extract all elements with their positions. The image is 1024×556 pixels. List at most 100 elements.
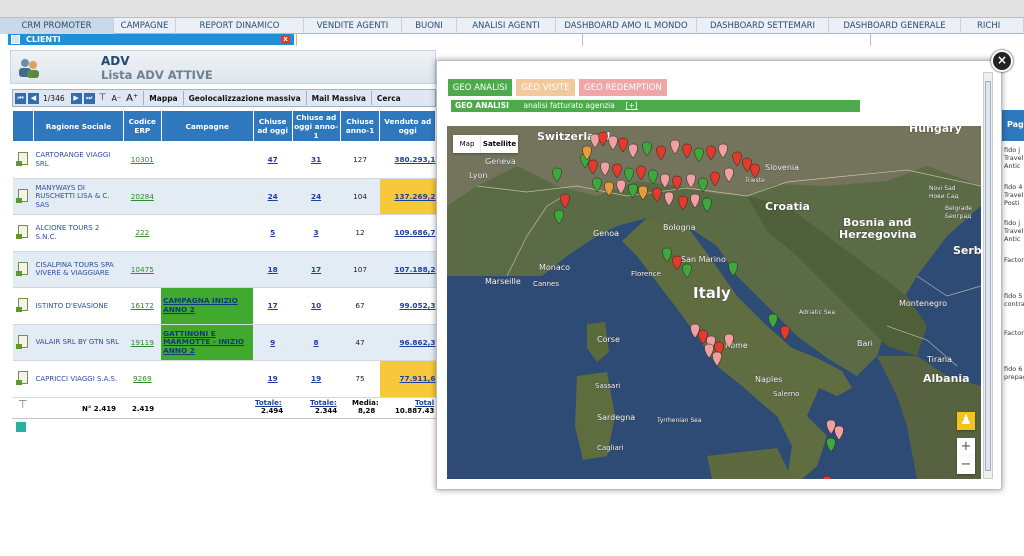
expand-link[interactable]: [+] [625, 101, 637, 110]
table-row[interactable]: ALCIONE TOURS 2 S.N.C. 222 5 3 12 109.686,7 [12, 214, 436, 252]
last-page-icon[interactable]: ⏭ [83, 92, 95, 104]
map-type-map-button[interactable]: Map [453, 135, 481, 153]
document-icon[interactable] [15, 225, 28, 240]
nav-tab-overflow[interactable]: RICHI [961, 18, 1024, 34]
venduto-link[interactable]: 96.862,3 [379, 324, 436, 361]
chiuse-anno-prec-link[interactable]: 24 [292, 178, 341, 215]
chiuse-ad-oggi-link[interactable]: 24 [253, 178, 293, 215]
table-row[interactable]: VALAIR SRL BY GTN SRL 19119 GATTINONI E MA… [12, 324, 436, 361]
codice-erp-link[interactable]: 19119 [123, 324, 162, 361]
campagne-cell[interactable]: GATTINONI E MARMOTTE - INIZIO ANNO 2 [161, 324, 254, 361]
codice-erp-link[interactable]: 20284 [123, 178, 162, 215]
street-view-pegman-icon[interactable]: ♟ [957, 412, 975, 430]
popup-scrollbar[interactable] [983, 72, 993, 479]
col-chiuse-anno-precedente[interactable]: Chiuse ad oggi anno-1 [291, 110, 341, 142]
cerca-button[interactable]: Cerca [377, 94, 401, 103]
chiuse-anno-prec-link[interactable]: 10 [292, 287, 341, 325]
font-smaller-icon[interactable]: A⁻ [111, 94, 121, 103]
zoom-in-button[interactable]: + [957, 438, 975, 456]
nav-tab-buoni[interactable]: BUONI [402, 18, 457, 34]
close-popup-button[interactable]: × [991, 50, 1013, 72]
scroll-thumb[interactable] [985, 81, 991, 471]
nav-tab-campagne[interactable]: CAMPAGNE [114, 18, 176, 34]
close-icon[interactable]: x [281, 35, 290, 44]
chiuse-anno-prec-link[interactable]: 17 [292, 251, 341, 288]
ragione-sociale-cell[interactable]: VALAIR SRL BY GTN SRL [33, 324, 124, 361]
document-icon[interactable] [15, 371, 28, 386]
codice-erp-link[interactable]: 16172 [123, 287, 162, 325]
zoom-out-button[interactable]: − [957, 456, 975, 474]
mail-massiva-button[interactable]: Mail Massiva [312, 94, 366, 103]
document-icon[interactable] [15, 188, 28, 203]
next-page-icon[interactable]: ▶ [70, 92, 82, 104]
venduto-link[interactable]: 77.911,6 [379, 360, 436, 398]
nav-tab-analisi-agenti[interactable]: ANALISI AGENTI [457, 18, 556, 34]
geolocalizzazione-button[interactable]: Geolocalizzazione massiva [189, 94, 301, 103]
chiuse-ad-oggi-link[interactable]: 9 [253, 324, 293, 361]
mappa-button[interactable]: Mappa [149, 94, 177, 103]
chiuse-anno-prec-link[interactable]: 3 [292, 214, 341, 252]
col-venduto-ad-oggi[interactable]: Venduto ad oggi [379, 110, 436, 142]
chiuse-ad-oggi-link[interactable]: 5 [253, 214, 293, 252]
clienti-window-tab[interactable]: CLIENTI x [8, 34, 294, 45]
ragione-sociale-cell[interactable]: CISALPINA TOURS SPA VIVERE & VIAGGIARE [33, 251, 124, 288]
ragione-sociale-cell[interactable]: ALCIONE TOURS 2 S.N.C. [33, 214, 124, 252]
tab-geo-analisi[interactable]: GEO ANALISI [447, 78, 513, 97]
venduto-link[interactable]: 109.686,7 [379, 214, 436, 252]
filter-icon[interactable]: ⊤ [99, 93, 107, 103]
bar-title: GEO ANALISI [455, 101, 509, 110]
nav-tab-vendite-agenti[interactable]: VENDITE AGENTI [304, 18, 402, 34]
prev-page-icon[interactable]: ◀ [28, 92, 39, 104]
document-icon[interactable] [15, 334, 28, 349]
nav-tab-dashboard-amo-il-mondo[interactable]: DASHBOARD AMO IL MONDO [556, 18, 697, 34]
chiuse-anno-prec-link[interactable]: 31 [292, 141, 341, 179]
satellite-map[interactable]: Switzerland Hungary Geneva Lyon Slovenia Trie… [447, 126, 981, 479]
chiuse-anno-prec-link[interactable]: 8 [292, 324, 341, 361]
map-type-satellite-button[interactable]: Satellite [481, 135, 518, 153]
codice-erp-link[interactable]: 222 [123, 214, 162, 252]
venduto-link[interactable]: 107.188,2 [379, 251, 436, 288]
table-row[interactable]: MANYWAYS DI RUSCHETTI LISA & C. SAS 20284… [12, 178, 436, 215]
codice-erp-link[interactable]: 9269 [123, 360, 162, 398]
total2-value: 2.344 [315, 407, 338, 415]
table-row[interactable]: CISALPINA TOURS SPA VIVERE & VIAGGIARE 10… [12, 251, 436, 288]
codice-erp-link[interactable]: 10301 [123, 141, 162, 179]
venduto-link[interactable]: 137.269,2 [379, 178, 436, 215]
chiuse-anno-prec-link[interactable]: 19 [292, 360, 341, 398]
first-page-icon[interactable]: ⏮ [15, 92, 26, 104]
col-chiuse-ad-oggi[interactable]: Chiuse ad oggi [252, 110, 293, 142]
chiuse-ad-oggi-link[interactable]: 18 [253, 251, 293, 288]
col-campagne[interactable]: Campagne [160, 110, 254, 142]
document-icon[interactable] [15, 152, 28, 167]
table-row[interactable]: CARTORANGE VIAGGI SRL 10301 47 31 127 380.293… [12, 141, 436, 179]
campagne-cell[interactable]: CAMPAGNA INIZIO ANNO 2 [161, 287, 254, 325]
tab-geo-redemption[interactable]: GEO REDEMPTION [578, 78, 668, 97]
chiuse-ad-oggi-link[interactable]: 19 [253, 360, 293, 398]
chiuse-ad-oggi-link[interactable]: 17 [253, 287, 293, 325]
map-place-label: Monaco [539, 263, 570, 272]
nav-tab-crm-promoter[interactable]: CRM PROMOTER [0, 18, 114, 34]
ragione-sociale-cell[interactable]: MANYWAYS DI RUSCHETTI LISA & C. SAS [33, 178, 124, 215]
export-icon[interactable] [16, 422, 26, 432]
analysis-bar: GEO ANALISI analisi fatturato agenzia [+… [451, 100, 860, 112]
tab-geo-visite[interactable]: GEO VISITE [515, 78, 576, 97]
settings-icon[interactable]: ⊤ [18, 399, 28, 409]
col-chiuse-anno-1[interactable]: Chiuse anno-1 [339, 110, 381, 142]
ragione-sociale-cell[interactable]: CARTORANGE VIAGGI SRL [33, 141, 124, 179]
col-codice-erp[interactable]: Codice ERP [122, 110, 162, 142]
venduto-link[interactable]: 99.052,3 [379, 287, 436, 325]
table-row[interactable]: CAPRICCI VIAGGI S.A.S. 9269 19 19 75 77.911,6 [12, 360, 436, 398]
nav-tab-dashboard-generale[interactable]: DASHBOARD GENERALE [829, 18, 961, 34]
chiuse-ad-oggi-link[interactable]: 47 [253, 141, 293, 179]
nav-tab-report-dinamico[interactable]: REPORT DINAMICO [176, 18, 304, 34]
document-icon[interactable] [15, 261, 28, 276]
font-larger-icon[interactable]: A⁺ [126, 93, 138, 104]
venduto-link[interactable]: 380.293,1 [379, 141, 436, 179]
nav-tab-dashboard-settemari[interactable]: DASHBOARD SETTEMARI [697, 18, 829, 34]
ragione-sociale-cell[interactable]: CAPRICCI VIAGGI S.A.S. [33, 360, 124, 398]
ragione-sociale-cell[interactable]: ISTINTO D'EVASIONE [33, 287, 124, 325]
col-ragione-sociale[interactable]: Ragione Sociale [32, 110, 124, 142]
codice-erp-link[interactable]: 10475 [123, 251, 162, 288]
document-icon[interactable] [15, 298, 28, 313]
table-row[interactable]: ISTINTO D'EVASIONE 16172 CAMPAGNA INIZIO A… [12, 287, 436, 325]
